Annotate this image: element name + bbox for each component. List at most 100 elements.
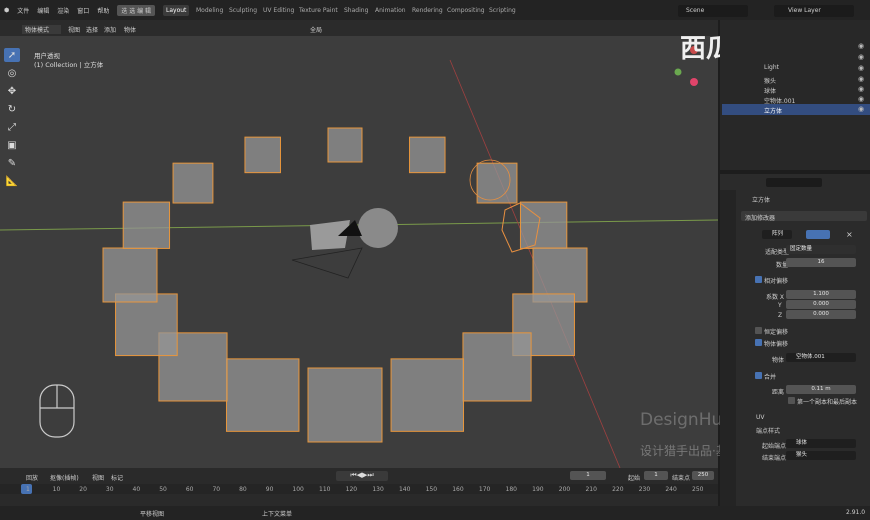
annotate-tool-icon[interactable]: ✎ <box>4 156 20 170</box>
menu-highlight[interactable]: 迭 选 编 辑 <box>117 5 156 16</box>
factor-y-value: 0.000 <box>813 301 829 307</box>
tab-scripting[interactable]: Scripting <box>486 5 519 16</box>
start-value: 1 <box>654 472 658 478</box>
object-label: 物体 <box>772 357 785 364</box>
transform-tool-icon[interactable]: ▣ <box>4 138 20 152</box>
eye-icon[interactable]: ◉ <box>858 105 864 113</box>
tab-texture-paint[interactable]: Texture Paint <box>296 5 341 16</box>
timeline-menu-playback[interactable]: 回放 <box>26 473 38 482</box>
tab-rendering[interactable]: Rendering <box>409 5 446 16</box>
outliner-item-cube-row[interactable] <box>722 104 870 115</box>
scene-selector[interactable]: Scene <box>678 5 748 17</box>
menu-edit[interactable]: 编辑 <box>37 6 49 15</box>
start-field[interactable]: 1 <box>644 471 668 480</box>
frame-number: 80 <box>239 486 247 493</box>
tab-modeling[interactable]: Modeling <box>193 5 226 16</box>
frame-number: 250 <box>692 486 704 493</box>
eye-icon[interactable]: ◉ <box>858 53 864 61</box>
object-field[interactable]: 空物体.001 <box>786 353 856 362</box>
version-label: 2.91.0 <box>846 509 866 516</box>
count-field[interactable]: 16 <box>786 258 856 267</box>
distance-field[interactable]: 0.11 m <box>786 385 856 394</box>
eye-icon[interactable]: ◉ <box>858 75 864 83</box>
frame-number: 110 <box>319 486 331 493</box>
constant-offset-checkbox[interactable] <box>755 327 762 334</box>
properties-tabs <box>720 190 736 520</box>
outliner-item-monkey[interactable]: 猴头 <box>764 76 776 85</box>
array-cube <box>307 367 383 443</box>
eye-icon[interactable]: ◉ <box>858 42 864 50</box>
fit-type-select[interactable]: 固定数量 <box>786 245 856 254</box>
eye-icon[interactable]: ◉ <box>858 95 864 103</box>
tab-uv-editing[interactable]: UV Editing <box>260 5 297 16</box>
factor-z-label: Z <box>778 312 783 319</box>
count-value: 16 <box>817 259 825 265</box>
menu-help[interactable]: 帮助 <box>97 6 109 15</box>
relative-offset-checkbox[interactable] <box>755 276 762 283</box>
modifier-name-field[interactable]: 阵列 <box>762 230 792 239</box>
caps-panel[interactable]: 端点样式 <box>756 426 780 435</box>
frame-number: 240 <box>665 486 677 493</box>
eye-icon[interactable]: ◉ <box>858 64 864 72</box>
status-context-menu: 上下文菜单 <box>262 511 293 518</box>
3d-viewport[interactable]: 物体模式 视图 选择 添加 物体 全局 用户透视 (1) Collection … <box>0 20 718 468</box>
array-cube <box>244 136 281 174</box>
end-cap-value: 猴头 <box>796 452 808 458</box>
eye-icon[interactable]: ◉ <box>858 85 864 93</box>
frame-number: 40 <box>132 486 141 493</box>
current-frame-field[interactable]: 1 <box>570 471 606 480</box>
frame-number: 140 <box>398 486 411 493</box>
frame-number: 100 <box>292 486 304 493</box>
object-offset-checkbox[interactable] <box>755 339 762 346</box>
tab-animation[interactable]: Animation <box>372 5 409 16</box>
start-cap-field[interactable]: 球体 <box>786 439 856 448</box>
timeline-menu-view[interactable]: 视图 <box>92 473 104 482</box>
cursor-tool-icon[interactable]: ◎ <box>4 66 20 80</box>
props-search-input[interactable] <box>766 178 822 187</box>
merge-checkbox[interactable] <box>755 372 762 379</box>
menu-render[interactable]: 渲染 <box>57 6 69 15</box>
gizmo-y-icon[interactable] <box>674 68 682 76</box>
end-cap-field[interactable]: 猴头 <box>786 451 856 460</box>
factor-y-field[interactable]: 0.000 <box>786 300 856 309</box>
timeline-menu-keying[interactable]: 抠像(插帧) <box>50 473 79 482</box>
outliner-item-sphere[interactable]: 球体 <box>764 86 776 95</box>
menu-window[interactable]: 窗口 <box>77 6 89 15</box>
add-modifier-button[interactable]: 添加修改器 <box>741 211 867 222</box>
menu-file[interactable]: 文件 <box>17 6 29 15</box>
tab-sculpting[interactable]: Sculpting <box>226 5 260 16</box>
end-field[interactable]: 250 <box>692 471 714 480</box>
close-icon[interactable]: × <box>846 230 853 239</box>
uv-panel[interactable]: UV <box>756 414 765 421</box>
factor-z-value: 0.000 <box>813 311 829 317</box>
factor-x-label: 系数 X <box>766 294 785 301</box>
tab-compositing[interactable]: Compositing <box>444 5 488 16</box>
scale-tool-icon[interactable]: ⤢ <box>4 120 20 134</box>
rotate-tool-icon[interactable]: ↻ <box>4 102 20 116</box>
outliner-item-light[interactable]: Light <box>764 64 779 71</box>
playback-controls[interactable]: ⏮◀▶⏭ <box>336 471 388 481</box>
measure-tool-icon[interactable]: 📐 <box>4 174 20 188</box>
view-layer-selector[interactable]: View Layer <box>774 5 854 17</box>
object-offset-label: 物体偏移 <box>764 341 789 348</box>
gizmo-z-icon[interactable] <box>690 78 698 86</box>
tab-layout[interactable]: Layout <box>163 5 190 16</box>
first-last-checkbox[interactable] <box>788 397 795 404</box>
timeline-menu-marker[interactable]: 标记 <box>111 473 123 482</box>
factor-x-field[interactable]: 1.100 <box>786 290 856 299</box>
sphere-object <box>358 208 398 248</box>
array-cube <box>409 136 446 174</box>
cube-ring <box>102 127 588 443</box>
blender-logo-icon[interactable]: ⬢ <box>4 7 9 14</box>
move-tool-icon[interactable]: ✥ <box>4 84 20 98</box>
top-bar: ⬢ 文件 编辑 渲染 窗口 帮助 迭 选 编 辑 Layout Modeling… <box>0 0 870 20</box>
tab-shading[interactable]: Shading <box>341 5 371 16</box>
frame-number: 160 <box>452 486 464 493</box>
tool-shelf: ➚ ◎ ✥ ↻ ⤢ ▣ ✎ 📐 <box>4 48 22 218</box>
end-label: 结束点 <box>672 475 691 482</box>
select-tool-icon[interactable]: ➚ <box>4 48 20 62</box>
outliner-item-cube[interactable]: 立方体 <box>764 106 782 115</box>
modifier-visibility-toggles[interactable] <box>806 230 830 239</box>
constant-offset-label: 恒定偏移 <box>764 329 789 336</box>
factor-z-field[interactable]: 0.000 <box>786 310 856 319</box>
